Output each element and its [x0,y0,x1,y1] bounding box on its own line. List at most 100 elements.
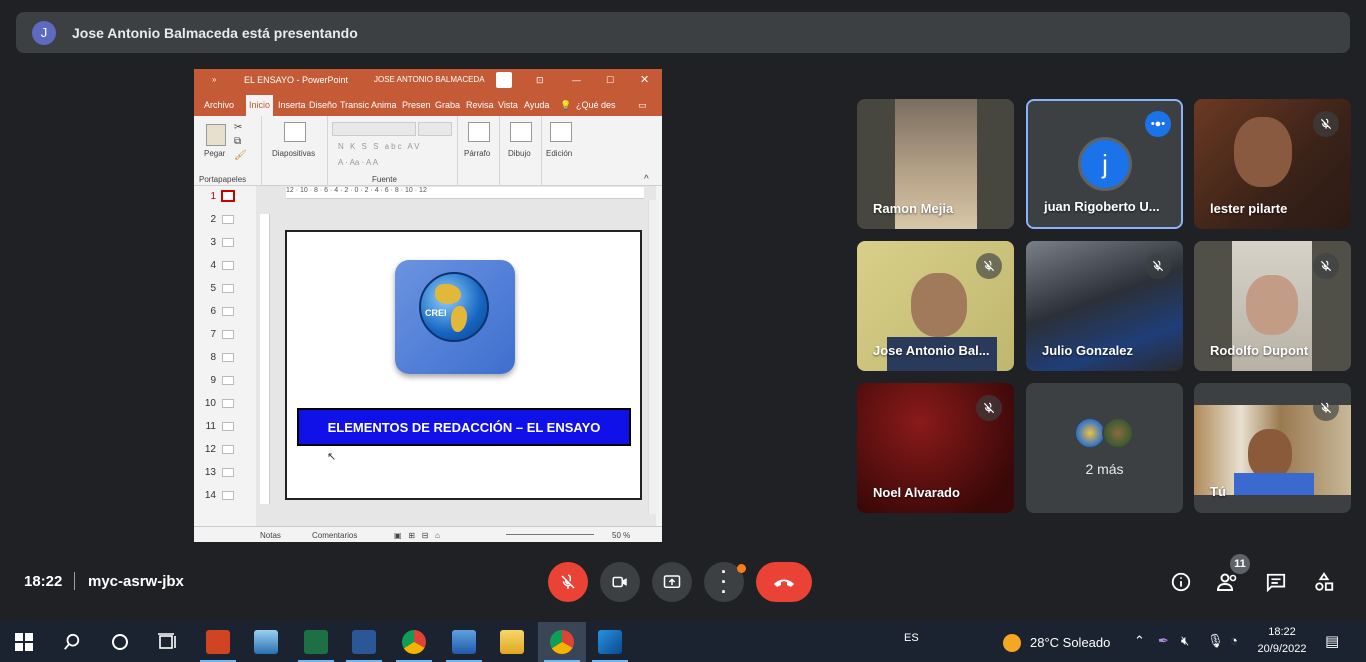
more-options-button[interactable]: · · · [704,562,746,602]
cut-icon[interactable]: ✂ [234,122,242,133]
font-format-tools[interactable]: N K S S abc AV [338,142,421,151]
minimize-icon[interactable]: — [572,75,581,85]
taskbar-powerpoint[interactable] [194,622,242,662]
slide-title[interactable]: ELEMENTOS DE REDACCIÓN – EL ENSAYO [297,408,631,446]
search-button[interactable] [48,622,96,662]
self-tile[interactable]: Tú [1194,383,1351,513]
font-color-tools[interactable]: A · Aa · A A [338,158,378,167]
maximize-icon[interactable]: ☐ [606,75,614,86]
chat-button[interactable] [1262,568,1290,596]
taskbar-clock-time[interactable]: 18:22 [1254,626,1310,638]
slide-thumbnail[interactable]: 8 [204,348,244,368]
copy-icon[interactable]: ⧉ [234,136,241,147]
meeting-details-button[interactable] [1167,568,1195,596]
comments-button[interactable]: Comentarios [312,531,357,540]
participant-tile[interactable]: Ramon Mejia [857,99,1014,229]
collapse-ribbon-icon[interactable]: ^ [644,174,649,185]
notes-button[interactable]: Notas [260,531,281,540]
slide-thumbnail[interactable]: 10 [204,394,244,414]
tab-diseno[interactable]: Diseño [309,100,337,110]
wifi-icon[interactable]: ◔ [1230,633,1238,648]
participants-button[interactable]: 11 [1214,554,1250,596]
microphone-icon[interactable]: 🎙︎ [1207,633,1224,649]
taskbar-computer[interactable] [242,622,290,662]
cortana-button[interactable] [96,622,144,662]
zoom-slider[interactable] [506,534,594,535]
font-size-select[interactable] [418,122,452,136]
comments-icon[interactable]: ▭ [638,100,647,111]
tab-archivo[interactable]: Archivo [204,100,234,110]
current-slide[interactable]: CREI ELEMENTOS DE REDACCIÓN – EL ENSAYO … [285,230,642,500]
slide-thumbnail[interactable]: 12 [204,440,244,460]
slide-thumbnail[interactable]: 1 [204,187,244,207]
tab-que-desea[interactable]: ¿Qué des [576,100,616,110]
drawing-icon[interactable] [510,122,532,142]
input-language[interactable]: ES [904,632,919,644]
font-group: N K S S abc AV A · Aa · A A Fuente [330,116,458,186]
logo-text: CREI [425,308,447,318]
tab-animaciones[interactable]: Anima [371,100,397,110]
slide-thumbnail[interactable]: 5 [204,279,244,299]
taskbar-excel[interactable] [292,622,340,662]
paragraph-icon[interactable] [468,122,490,142]
tab-presentacion[interactable]: Presen [402,100,431,110]
new-slide-icon[interactable] [284,122,306,142]
tab-inicio[interactable]: Inicio [246,95,274,116]
tab-revisar[interactable]: Revisa [466,100,494,110]
camera-toggle-button[interactable] [600,562,640,602]
slide-thumbnail[interactable]: 11 [204,417,244,437]
slide-thumbnail[interactable]: 4 [204,256,244,276]
ribbon-display-icon[interactable]: ⊡ [536,75,544,86]
start-button[interactable] [0,622,48,662]
close-icon[interactable]: ✕ [640,73,649,86]
slide-thumbnail[interactable]: 3 [204,233,244,253]
slide-thumbnail[interactable]: 14 [204,486,244,506]
drawing-group: Dibujo [502,116,542,186]
vertical-scrollbar[interactable] [648,200,658,514]
meeting-code[interactable]: myc-asrw-jbx [88,573,184,590]
volume-muted-icon[interactable]: 🔇︎ [1181,633,1189,649]
participant-tile[interactable]: lester pilarte [1194,99,1351,229]
slide-thumbnail[interactable]: 2 [204,210,244,230]
font-name-select[interactable] [332,122,416,136]
present-screen-button[interactable] [652,562,692,602]
taskbar-file-explorer[interactable] [488,622,536,662]
people-icon [1216,573,1237,591]
zoom-level[interactable]: 50 % [612,531,630,540]
weather-text[interactable]: 28°C Soleado [1030,635,1110,650]
taskbar-clock-date[interactable]: 20/9/2022 [1254,643,1310,655]
participant-tile[interactable]: Rodolfo Dupont [1194,241,1351,371]
slide-thumbnail[interactable]: 9 [204,371,244,391]
tab-transiciones[interactable]: Transic [340,100,369,110]
more-participants-tile[interactable]: 2 más [1026,383,1183,513]
tab-grabar[interactable]: Graba [435,100,460,110]
show-hidden-icons-icon[interactable]: ⌃ [1134,633,1145,649]
view-buttons[interactable]: ▣ ⊞ ⊟ ⌂ [394,531,440,540]
participant-tile[interactable]: Jose Antonio Bal... [857,241,1014,371]
tab-insertar[interactable]: Inserta [278,100,306,110]
tab-vista[interactable]: Vista [498,100,518,110]
paste-icon[interactable] [206,124,226,146]
task-view-button[interactable] [144,622,192,662]
taskbar-calculator[interactable] [440,622,488,662]
mic-toggle-button[interactable] [548,562,588,602]
slide-thumbnail[interactable]: 6 [204,302,244,322]
taskbar-word[interactable] [340,622,388,662]
slide-thumbnail[interactable]: 7 [204,325,244,345]
ppt-user-avatar [496,72,512,88]
search-icon[interactable] [550,122,572,142]
activities-button[interactable] [1310,568,1338,596]
taskbar-chrome-active[interactable] [538,622,586,662]
lightbulb-icon[interactable]: 💡 [560,100,571,111]
taskbar-chrome[interactable] [390,622,438,662]
slide-thumbnail[interactable]: 13 [204,463,244,483]
pen-icon[interactable]: ✒ [1158,633,1169,649]
participant-tile-speaking[interactable]: j •●• juan Rigoberto U... [1026,99,1183,229]
participant-tile[interactable]: Noel Alvarado [857,383,1014,513]
notifications-icon[interactable]: ▤ [1325,632,1339,650]
taskbar-photos[interactable] [586,622,634,662]
format-painter-icon[interactable]: 🖌 [234,150,247,161]
participant-tile[interactable]: Julio Gonzalez [1026,241,1183,371]
leave-call-button[interactable] [756,562,812,602]
tab-ayuda[interactable]: Ayuda [524,100,549,110]
